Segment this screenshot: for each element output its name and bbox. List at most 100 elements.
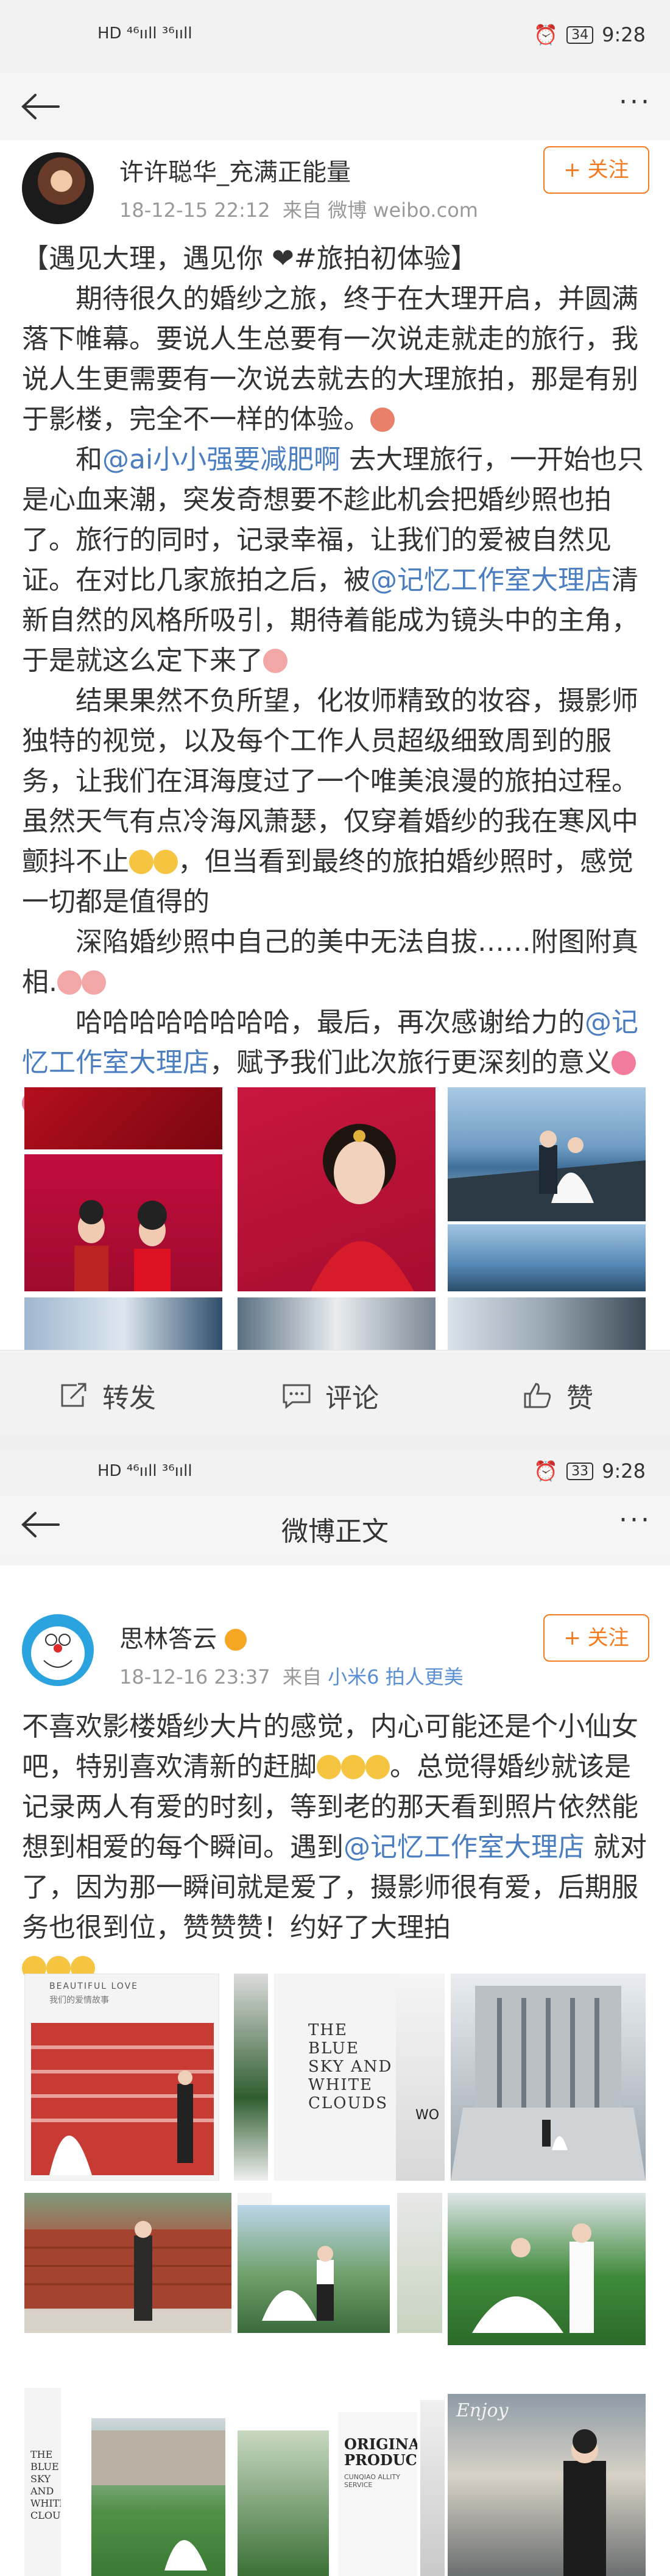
photo-thumbnail[interactable]: ORIGINAL PRODUCT CUNQIAO ALLITY SERVICE — [338, 2412, 417, 2576]
post-source[interactable]: 小米6 拍人更美 — [328, 1665, 464, 1689]
smile-emoji-icon — [317, 1755, 341, 1779]
album-caption: BEAUTIFUL LOVE — [49, 1981, 139, 1991]
album-caption: 我们的爱情故事 — [49, 1996, 109, 2005]
top-nav: ··· — [0, 73, 670, 140]
album-title: THE BLUE SKY AND WHITE CLOUDS — [308, 2021, 393, 2112]
post-paragraph: 期待很久的婚纱之旅，终于在大理开启，并圆满落下帷幕。要说人生总要有一次说走就走的… — [22, 279, 649, 440]
photo-thumbnail[interactable] — [24, 1087, 222, 1149]
username[interactable]: 许许聪华_充满正能量 — [119, 152, 351, 188]
bride-portrait-image — [311, 1124, 414, 1291]
pig-emoji-icon — [370, 408, 395, 432]
back-arrow-icon[interactable] — [18, 91, 61, 122]
photo-thumbnail[interactable] — [91, 2418, 225, 2576]
username-text: 思林答云 — [119, 1625, 217, 1653]
avatar[interactable] — [22, 152, 94, 224]
heart-emoji-icon — [57, 970, 82, 995]
photo-thumbnail[interactable] — [24, 1297, 222, 1350]
post-time: 18-12-16 23:37 — [119, 1665, 270, 1689]
more-menu-button[interactable]: ··· — [619, 1505, 652, 1536]
post-source: 微博 weibo.com — [328, 199, 478, 222]
battery-indicator: 34 — [566, 26, 594, 44]
signal-icon: HD ⁴⁶ııll ³⁶ııll — [97, 24, 192, 43]
follow-button[interactable]: + 关注 — [543, 146, 649, 194]
photo-thumbnail[interactable]: Enjoy — [448, 2394, 646, 2576]
follow-button[interactable]: + 关注 — [543, 1614, 649, 1662]
post-body: 不喜欢影楼婚纱大片的感觉，内心可能还是个小仙女吧，特别喜欢清新的赶脚 。总觉得婚纱… — [22, 1707, 649, 1988]
photo-thumbnail[interactable] — [234, 1974, 268, 2181]
photo-thumbnail[interactable] — [397, 2193, 442, 2333]
photo-thumbnail[interactable]: THE BLUE SKY AND WHITE CLOUDS — [24, 2388, 61, 2576]
heart-emoji-icon — [612, 1051, 636, 1075]
clock: 9:28 — [602, 1459, 646, 1483]
signal-indicators: HD ⁴⁶ııll ³⁶ııll — [97, 24, 192, 43]
username[interactable]: 思林答云 — [119, 1619, 247, 1654]
photo-thumbnail[interactable] — [238, 2430, 329, 2576]
photo-thumbnail[interactable] — [24, 1154, 222, 1291]
screen-divider — [0, 1435, 670, 1450]
alarm-icon: ⏰ — [534, 23, 559, 46]
tears-emoji-icon — [129, 850, 153, 874]
more-menu-button[interactable]: ··· — [619, 86, 652, 118]
post-time: 18-12-15 22:12 — [119, 199, 270, 222]
smile-emoji-icon — [365, 1755, 390, 1779]
mention-link[interactable]: @记忆工作室大理店 — [344, 1832, 585, 1863]
photo-thumbnail[interactable] — [448, 2193, 646, 2345]
doraemon-avatar-image — [31, 1626, 85, 1680]
repost-icon — [61, 1383, 86, 1407]
post-body: 【遇见大理，遇见你 ❤#旅拍初体验】 期待很久的婚纱之旅，终于在大理开启，并圆满… — [22, 239, 649, 1123]
post-paragraph: 【遇见大理，遇见你 ❤#旅拍初体验】 — [22, 243, 478, 274]
heart-emoji-icon — [82, 970, 106, 995]
post-paragraph: 结果果然不负所望，化妆师精致的妆容，摄影师独特的视觉，以及每个工作人员超级细致周… — [22, 681, 649, 922]
mention-link[interactable]: @ai小小强要减肥啊 — [102, 444, 340, 475]
photo-thumbnail[interactable] — [420, 2400, 445, 2576]
signal-indicators: HD ⁴⁶ııll ³⁶ııll — [97, 1462, 192, 1480]
album-caption: CUNQIAO ALLITY SERVICE — [344, 2473, 400, 2489]
avatar[interactable] — [22, 1614, 94, 1686]
alarm-icon: ⏰ — [534, 1459, 559, 1483]
couple-photo-image — [74, 1200, 171, 1291]
post-meta: 18-12-15 22:12 来自 微博 weibo.com — [119, 195, 478, 223]
field-couple-image — [472, 2223, 594, 2333]
post-paragraph: 深陷婚纱照中自己的美中无法自拔……附图附真相. — [22, 922, 649, 1003]
watermark-text: Enjoy — [456, 2400, 509, 2421]
photo-thumbnail[interactable] — [238, 2205, 390, 2333]
status-right: ⏰ 33 9:28 — [534, 1459, 646, 1483]
album-title: THE BLUE SKY AND WHITE CLOUDS — [30, 2449, 61, 2521]
photo-thumbnail[interactable] — [238, 1087, 436, 1291]
brick-wall-couple-image — [24, 2221, 231, 2321]
nav-divider — [0, 1554, 670, 1565]
paragraph-text: 深陷婚纱照中自己的美中无法自拔……附图附真相. — [22, 926, 638, 998]
verified-badge-icon — [224, 1629, 247, 1651]
stadium-couple-image — [31, 2023, 214, 2175]
photo-thumbnail[interactable] — [238, 1297, 436, 1350]
post-meta: 18-12-16 23:37 来自 小米6 拍人更美 — [119, 1662, 464, 1690]
photo-thumbnail[interactable] — [448, 1087, 646, 1221]
photo-thumbnail[interactable]: WO — [396, 1974, 445, 2181]
page-title: 微博正文 — [281, 1516, 389, 1547]
thumbs-up-icon — [524, 1383, 551, 1408]
album-caption: WO — [415, 2108, 440, 2123]
stadium-field-couple-image — [91, 2430, 225, 2571]
like-button[interactable]: 赞 — [523, 1376, 593, 1415]
source-prefix: 来自 — [282, 1665, 322, 1689]
photo-thumbnail[interactable]: BEAUTIFUL LOVE 我们的爱情故事 — [24, 1974, 219, 2181]
paragraph-text: ，赋予我们此次旅行更深刻的意义 — [210, 1047, 612, 1078]
comment-icon — [283, 1384, 311, 1410]
couple-seaside-image — [448, 1131, 646, 1221]
building-couple-image — [451, 1986, 646, 2181]
mention-link[interactable]: @记忆工作室大理店 — [370, 565, 612, 596]
comment-button[interactable]: 评论 — [281, 1376, 379, 1415]
smile-emoji-icon — [341, 1755, 365, 1779]
photo-thumbnail[interactable] — [448, 1224, 646, 1291]
status-bar: HD ⁴⁶ııll ³⁶ııll ⏰ 34 9:28 — [0, 0, 670, 73]
photo-thumbnail[interactable] — [448, 1297, 646, 1350]
top-nav: 微博正文 ··· — [0, 1496, 670, 1554]
signal-icon: HD ⁴⁶ııll ³⁶ııll — [97, 1462, 192, 1480]
tears-emoji-icon — [153, 850, 178, 874]
album-title: ORIGINAL PRODUCT — [344, 2435, 417, 2469]
repost-button[interactable]: 转发 — [58, 1376, 156, 1415]
repost-label: 转发 — [102, 1383, 156, 1414]
photo-thumbnail[interactable] — [24, 2193, 231, 2333]
like-label: 赞 — [566, 1383, 593, 1414]
photo-thumbnail[interactable] — [451, 1974, 646, 2181]
